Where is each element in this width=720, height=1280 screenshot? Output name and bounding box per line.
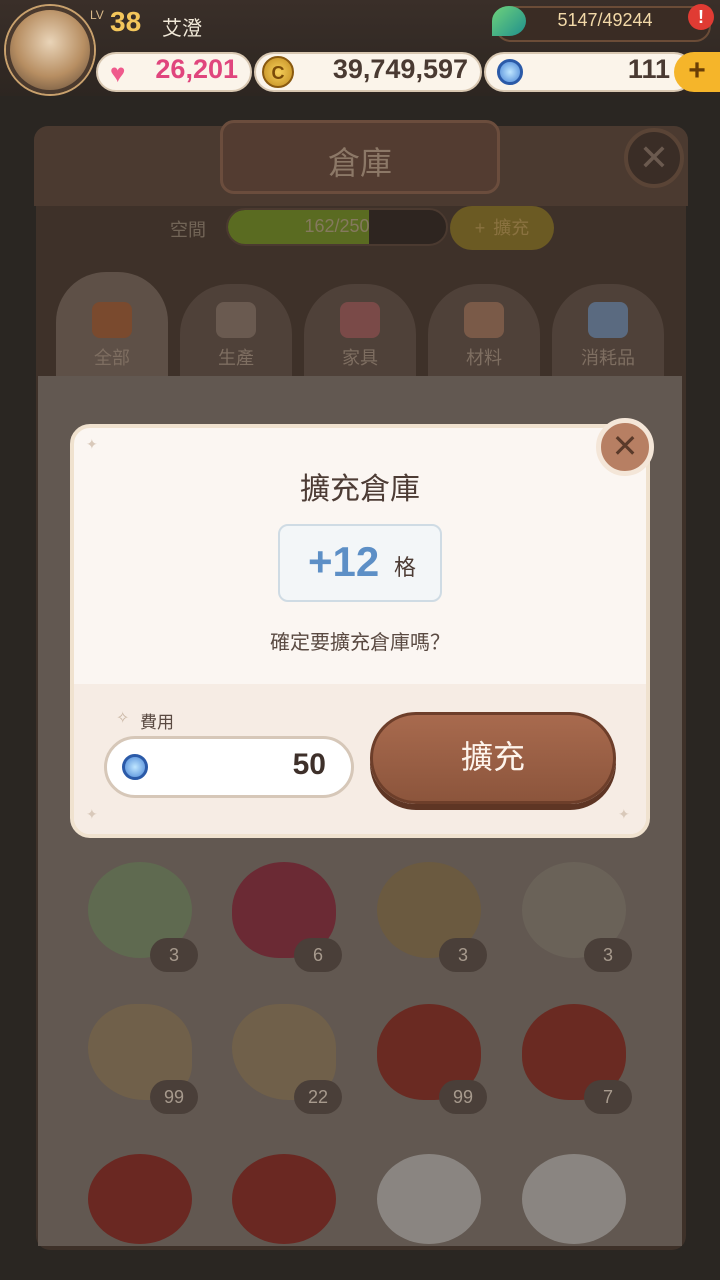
cost-label: 費用 [140,713,174,732]
warehouse-title: 倉庫 [327,145,392,181]
plus-icon: + [474,218,486,238]
gem-icon [497,59,523,85]
player-level: 38 [110,6,142,37]
alert-icon[interactable]: ! [688,4,714,30]
item-count: 3 [439,938,487,972]
add-gems-button[interactable]: + [674,52,720,92]
gems-value: 111 [627,54,670,84]
item-count: 99 [150,1080,198,1114]
coins-value: 39,749,597 [332,54,468,84]
player-name: 艾澄 [162,18,202,40]
space-count: 162/250 [304,216,370,236]
exp-text: 5147/49244 [557,10,653,30]
item-count: 3 [584,938,632,972]
potion-icon [588,302,628,338]
dialog-message: 確定要擴充倉庫嗎？ [270,632,450,654]
item-count: 99 [439,1080,487,1114]
cost-value: 50 [292,748,326,781]
slot-increase-amount: +12 [308,538,380,585]
gem-icon [122,754,148,780]
expand-space-label: 擴充 [493,218,530,238]
cotton-icon [522,1154,626,1244]
sparkle-icon: ✧ [116,710,130,727]
coin-icon: C [262,56,294,88]
grid-icon [92,302,132,338]
warehouse-close-button[interactable]: ✕ [624,128,684,188]
tomato-icon [88,1154,192,1244]
level-prefix: LV [90,8,104,22]
item-count: 7 [584,1080,632,1114]
sofa-icon [340,302,380,338]
wood-log-icon [464,302,504,338]
confirm-expand-button[interactable]: 擴充 [370,712,616,804]
player-avatar[interactable] [6,6,94,94]
heart-icon: ♥ [110,58,126,88]
space-label: 空間 [170,220,206,240]
tomato-icon [232,1154,336,1244]
corner-ornament: ✦ [618,806,630,822]
item-count: 3 [150,938,198,972]
corner-ornament: ✦ [86,806,98,822]
item-count: 6 [294,938,342,972]
tab-label: 全部 [94,348,130,368]
dialog-title: 擴充倉庫 [300,473,420,506]
hammer-icon [216,302,256,338]
tab-label: 消耗品 [581,348,635,368]
expand-space-button[interactable]: + 擴充 [450,206,554,250]
hearts-value: 26,201 [155,54,238,84]
leaf-icon [492,6,526,36]
corner-ornament: ✦ [86,436,98,452]
slot-unit: 格 [394,555,417,580]
cotton-icon [377,1154,481,1244]
tab-label: 材料 [466,348,502,368]
tab-label: 家具 [342,348,378,368]
tab-label: 生產 [218,348,254,368]
item-count: 22 [294,1080,342,1114]
